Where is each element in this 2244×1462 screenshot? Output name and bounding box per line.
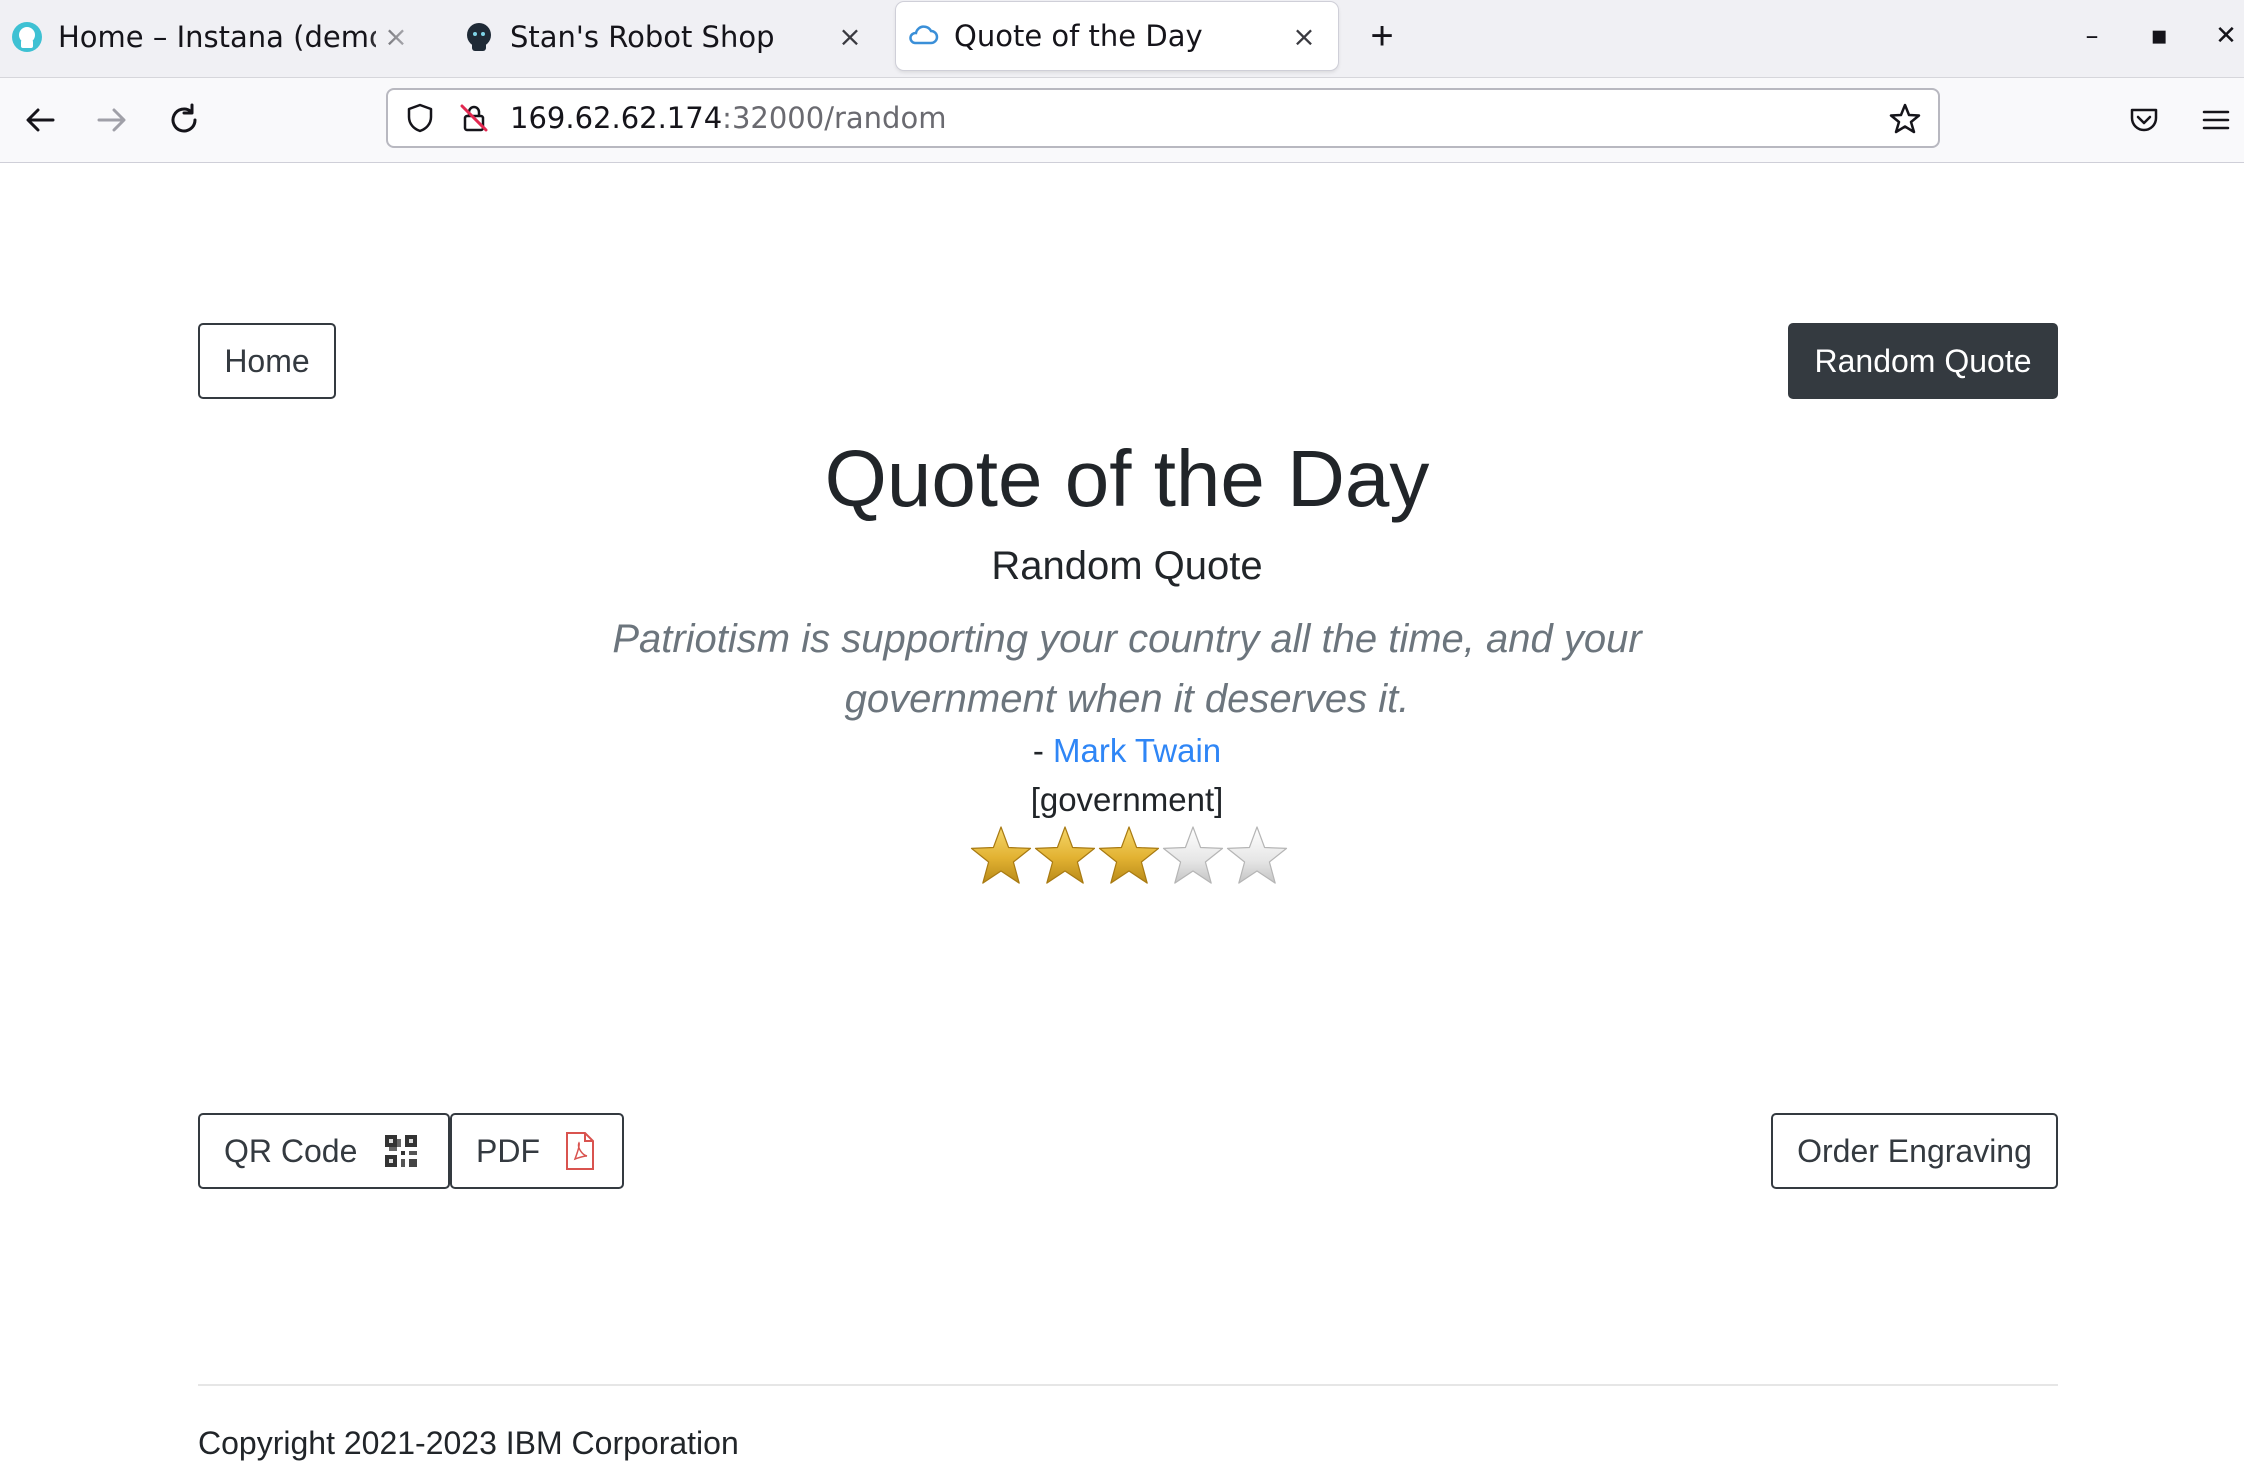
pdf-file-icon	[566, 1132, 594, 1170]
navigation-toolbar: 169.62.62.174:32000/random	[0, 78, 2244, 163]
reload-button[interactable]	[160, 96, 208, 144]
qr-code-button[interactable]: QR Code	[198, 1113, 450, 1189]
url-host: 169.62.62.174	[510, 101, 723, 135]
quote-line: Patriotism is supporting your country al…	[612, 617, 1642, 661]
qr-code-label: QR Code	[224, 1132, 358, 1169]
quote-line: government when it deserves it.	[844, 677, 1410, 721]
tab-title: Stan's Robot Shop	[510, 19, 775, 54]
quote-attribution: - Mark Twain	[0, 732, 2244, 770]
new-tab-button[interactable]: +	[1360, 14, 1404, 58]
robot-icon	[467, 22, 491, 51]
random-quote-button[interactable]: Random Quote	[1788, 323, 2058, 399]
author-prefix: -	[1032, 732, 1054, 769]
tab-title: Quote of the Day	[954, 19, 1203, 53]
arrow-left-icon	[26, 108, 55, 132]
star-filled-icon[interactable]	[970, 826, 1032, 884]
tab-bar: Home – Instana (demolab × Stan's Robot S…	[0, 0, 2244, 78]
star-filled-icon[interactable]	[1034, 826, 1096, 884]
footer-divider	[198, 1384, 2058, 1386]
home-button[interactable]: Home	[198, 323, 336, 399]
instana-icon	[12, 21, 42, 52]
pdf-label: PDF	[476, 1132, 540, 1169]
tab-instana[interactable]: Home – Instana (demolab ×	[0, 0, 430, 73]
reload-icon	[171, 103, 197, 133]
forward-button[interactable]	[88, 96, 136, 144]
quote-tags: [government]	[1030, 781, 1224, 818]
tab-title: Home – Instana (demolab	[58, 19, 376, 54]
url-path: :32000/random	[722, 101, 947, 135]
cloud-icon	[909, 25, 939, 45]
maximize-button[interactable]: ▪	[2137, 14, 2181, 58]
tab-quote-of-the-day[interactable]: Quote of the Day ×	[896, 2, 1338, 70]
minimize-button[interactable]: –	[2070, 14, 2114, 58]
menu-button[interactable]	[2192, 96, 2240, 144]
shield-icon[interactable]	[404, 102, 436, 134]
author-link[interactable]: Mark Twain	[1053, 732, 1221, 769]
order-engraving-button[interactable]: Order Engraving	[1771, 1113, 2058, 1189]
close-tab-icon[interactable]: ×	[376, 20, 416, 53]
arrow-right-icon	[97, 108, 126, 132]
star-filled-icon[interactable]	[1098, 826, 1160, 884]
page-title: Quote of the Day	[824, 434, 1430, 523]
page-content: Home Random Quote Quote of the Day Rando…	[0, 163, 2244, 1461]
address-bar[interactable]: 169.62.62.174:32000/random	[386, 88, 1940, 148]
close-window-button[interactable]: ✕	[2204, 14, 2244, 58]
star-empty-icon[interactable]	[1226, 826, 1288, 884]
star-empty-icon[interactable]	[1162, 826, 1224, 884]
qr-code-icon	[385, 1135, 418, 1167]
quote-text: Patriotism is supporting your country al…	[587, 609, 1667, 729]
url-text: 169.62.62.174:32000/random	[510, 101, 946, 135]
copyright-text: Copyright 2021-2023 IBM Corporation	[198, 1425, 739, 1461]
pocket-button[interactable]	[2120, 96, 2168, 144]
close-tab-icon[interactable]: ×	[1284, 20, 1324, 53]
close-tab-icon[interactable]: ×	[830, 20, 870, 53]
star-rating[interactable]	[968, 823, 1298, 887]
pocket-icon	[2130, 108, 2158, 132]
page-subtitle: Random Quote	[991, 544, 1263, 588]
tab-robot-shop[interactable]: Stan's Robot Shop ×	[452, 0, 884, 73]
insecure-lock-icon[interactable]	[458, 102, 490, 134]
bookmark-star-icon[interactable]	[1888, 102, 1922, 136]
back-button[interactable]	[16, 96, 64, 144]
pdf-button[interactable]: PDF	[450, 1113, 624, 1189]
hamburger-menu-icon	[2202, 110, 2230, 130]
